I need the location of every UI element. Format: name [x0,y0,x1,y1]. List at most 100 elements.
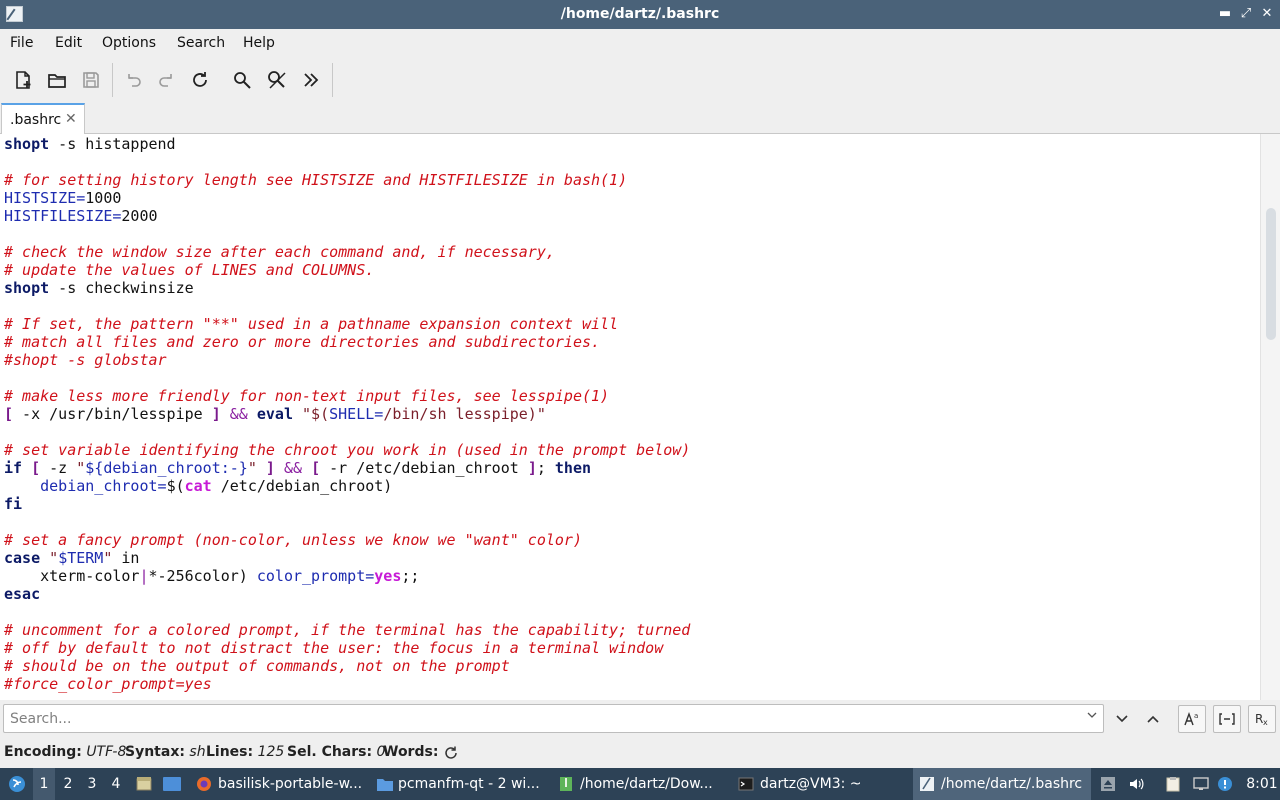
network-icon[interactable] [1193,776,1209,792]
find-previous-icon[interactable] [1139,705,1167,733]
save-icon[interactable] [76,65,106,95]
find-icon[interactable] [227,65,257,95]
code-editor[interactable]: shopt -s histappend # for setting histor… [0,134,1260,700]
code-token: $TERM [58,549,104,567]
find-next-icon[interactable] [1108,705,1136,733]
code-token: color_prompt= [256,567,375,585]
new-document-icon[interactable] [8,65,38,95]
code-line: # set a fancy prompt (non-color, unless … [4,531,690,549]
code-token: " [76,459,86,477]
browser-icon [196,776,212,792]
code-line: # If set, the pattern "**" used in a pat… [4,315,690,333]
scrollbar-thumb[interactable] [1266,208,1276,340]
refresh-word-count-icon[interactable] [443,745,459,765]
task-label: dartz@VM3: ~ [760,776,862,792]
search-history-dropdown-icon[interactable] [1086,709,1098,724]
task-pcmanfm[interactable]: pcmanfm-qt - 2 wi... [370,768,544,800]
code-token: [ [311,459,321,477]
workspace-3[interactable]: 3 [81,768,103,800]
menu-search[interactable]: Search [177,35,225,51]
search-box [3,704,1104,733]
menu-edit[interactable]: Edit [55,35,82,51]
code-token: " [49,549,59,567]
code-token: -z [40,459,77,477]
task-basilisk[interactable]: basilisk-portable-w... [190,768,364,800]
editor-icon [919,776,935,792]
status-syntax: Syntax: sh [125,744,206,760]
title-bar: /home/dartz/.bashrc ▬ ⤢ ✕ [0,0,1280,29]
eject-icon[interactable] [1100,776,1116,792]
code-token: # set a fancy prompt (non-color, unless … [4,531,582,549]
task-label: basilisk-portable-w... [218,776,363,792]
tab-bashrc[interactable]: .bashrc ✕ [1,103,85,135]
whole-word-icon[interactable] [1213,705,1241,733]
menu-options[interactable]: Options [102,35,156,51]
vertical-scrollbar[interactable] [1260,134,1280,700]
code-token: then [554,459,592,477]
volume-icon[interactable] [1128,776,1144,792]
code-line: esac [4,585,690,603]
code-line: #force_color_prompt=yes [4,675,690,693]
code-token: ${debian_chroot:-} [85,459,248,477]
code-line: case "$TERM" in [4,549,690,567]
close-button[interactable]: ✕ [1257,4,1277,24]
clipboard-icon[interactable] [1165,776,1181,792]
code-line: # make less more friendly for non-text i… [4,387,690,405]
code-token: -s histappend [49,135,176,153]
window-title: /home/dartz/.bashrc [560,6,720,22]
code-token: && [229,405,248,423]
code-token: # make less more friendly for non-text i… [4,387,610,405]
task-label: /home/dartz/.bashrc [941,776,1083,792]
more-icon[interactable] [296,65,326,95]
menu-file[interactable]: File [10,35,33,51]
show-desktop-icon[interactable] [135,768,155,800]
regex-icon[interactable]: Rx [1248,705,1276,733]
menu-help[interactable]: Help [243,35,275,51]
task-label: pcmanfm-qt - 2 wi... [398,776,540,792]
status-sel-chars: Sel. Chars: 0 [287,744,386,760]
reload-icon[interactable] [185,65,215,95]
redo-icon[interactable] [152,65,182,95]
notification-icon[interactable] [1217,776,1233,792]
search-input[interactable] [10,709,1080,729]
code-token: #shopt -s globstar [4,351,167,369]
tab-label: .bashrc [10,112,62,128]
minimize-button[interactable]: ▬ [1215,4,1235,24]
code-token: [ [31,459,41,477]
code-token: in [112,549,140,567]
clock[interactable]: 8:01 [1246,768,1278,800]
code-token: *-256color) [148,567,257,585]
code-token: "$( [302,405,330,423]
match-case-icon[interactable]: a [1178,705,1206,733]
code-token: fi [4,495,23,513]
code-token: ; [536,459,555,477]
code-line: HISTFILESIZE=2000 [4,207,690,225]
task-terminal[interactable]: dartz@VM3: ~ [732,768,906,800]
code-line: [ -x /usr/bin/lesspipe ] && eval "$(SHEL… [4,405,690,423]
code-token: -s checkwinsize [49,279,194,297]
desktop-switcher-icon[interactable] [162,768,184,800]
toolbar [0,57,1280,101]
maximize-button[interactable]: ⤢ [1236,4,1256,24]
undo-icon[interactable] [118,65,148,95]
code-token: shopt [4,135,50,153]
workspace-4[interactable]: 4 [105,768,127,800]
workspace-1[interactable]: 1 [33,768,55,800]
workspace-2[interactable]: 2 [57,768,79,800]
tab-close-icon[interactable]: ✕ [65,111,77,127]
task-archive[interactable]: /home/dartz/Dow... [552,768,726,800]
open-folder-icon[interactable] [42,65,72,95]
code-line: fi [4,495,690,513]
code-token: | [139,567,149,585]
code-line: # match all files and zero or more direc… [4,333,690,351]
tab-bar: .bashrc ✕ [0,101,1280,135]
task-featherpad[interactable]: /home/dartz/.bashrc [913,768,1091,800]
find-replace-icon[interactable] [262,65,292,95]
code-token: 2000 [121,207,158,225]
start-menu-icon[interactable] [4,768,30,800]
